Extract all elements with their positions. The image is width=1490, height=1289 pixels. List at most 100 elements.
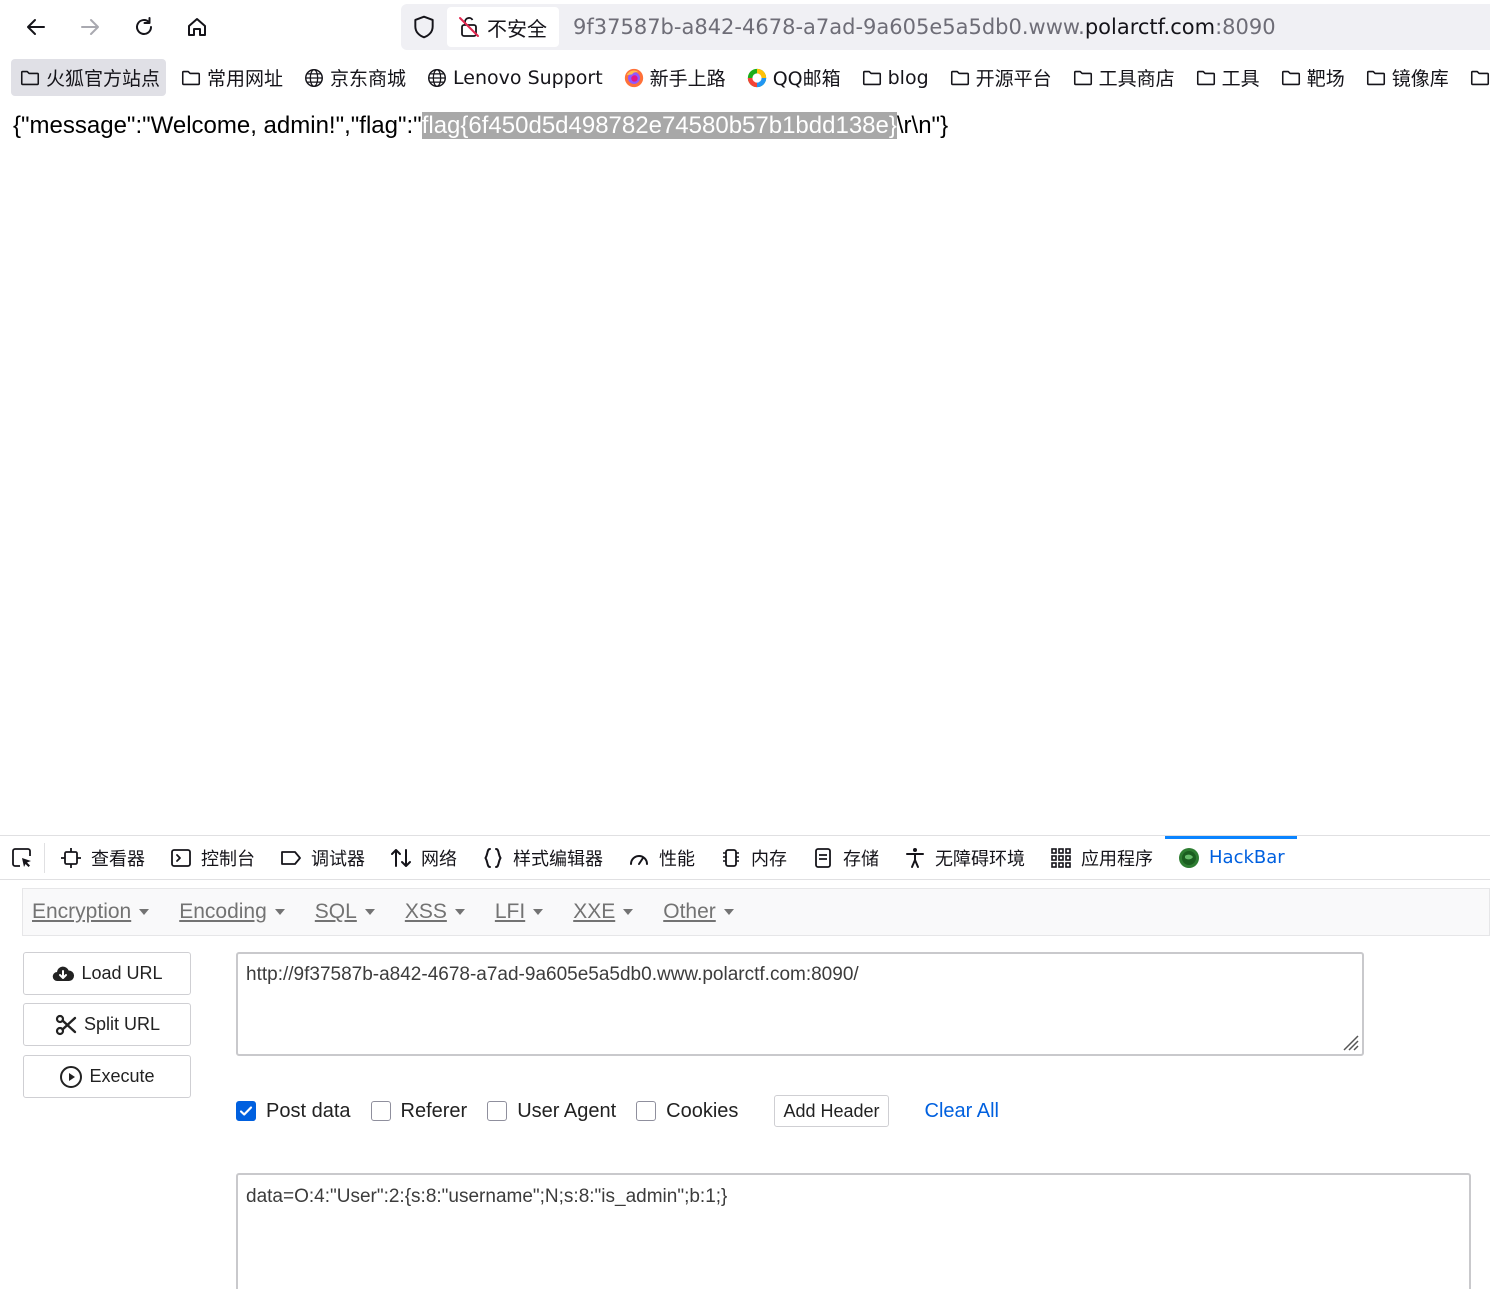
devtools-tab-console[interactable]: 控制台 bbox=[157, 836, 267, 880]
bookmarks-toolbar: 火狐官方站点 常用网址 京东商城 Lenovo Support 新手上路 QQ邮箱 blog… bbox=[0, 55, 1490, 100]
devtools-tab-memory[interactable]: 内存 bbox=[707, 836, 799, 880]
url-host: polarctf.com bbox=[1084, 15, 1216, 39]
bookmark-item[interactable]: 靶场 bbox=[1272, 59, 1351, 96]
arrow-left-icon bbox=[27, 19, 45, 35]
checkbox-label: Referer bbox=[400, 1099, 468, 1122]
devtools-tab-inspector[interactable]: 查看器 bbox=[47, 836, 157, 880]
caret-down-icon bbox=[364, 909, 375, 915]
execute-button[interactable]: Execute bbox=[23, 1055, 191, 1098]
user-agent-checkbox[interactable]: User Agent bbox=[487, 1100, 616, 1123]
connection-insecure-indicator[interactable]: 不安全 bbox=[447, 7, 559, 47]
devtools-tab-label: 控制台 bbox=[201, 848, 255, 870]
devtools-tab-debugger[interactable]: 调试器 bbox=[267, 836, 377, 880]
application-icon bbox=[1051, 847, 1071, 868]
devtools-tab-label: 调试器 bbox=[311, 848, 365, 870]
bookmark-item[interactable]: blog bbox=[853, 59, 935, 96]
clear-all-link[interactable]: Clear All bbox=[925, 1100, 999, 1123]
bookmark-label: 靶场 bbox=[1306, 68, 1345, 90]
load-url-label: Load URL bbox=[81, 963, 163, 983]
forward-button[interactable] bbox=[72, 9, 108, 45]
address-bar[interactable]: 不安全 9f37587b-a842-4678-a7ad-9a605e5a5db0… bbox=[401, 4, 1490, 50]
globe-icon bbox=[428, 68, 447, 87]
flag-text-selected[interactable]: flag{6f450d5d498782e74580b57b1bdd138e} bbox=[421, 112, 897, 139]
bookmark-item[interactable]: 工具商店 bbox=[1064, 59, 1181, 96]
hackbar-menu-lfi[interactable]: LFI bbox=[494, 900, 544, 924]
scissors-icon bbox=[55, 1014, 77, 1035]
bookmark-item[interactable]: Lenovo Support bbox=[418, 59, 609, 96]
devtools-tab-label: 查看器 bbox=[91, 848, 145, 870]
checkbox-box[interactable] bbox=[370, 1101, 391, 1121]
url-textarea-value: http://9f37587b-a842-4678-a7ad-9a605e5a5… bbox=[246, 964, 859, 985]
memory-icon bbox=[723, 848, 739, 867]
url-textarea[interactable]: http://9f37587b-a842-4678-a7ad-9a605e5a5… bbox=[236, 952, 1364, 1056]
bookmark-item[interactable]: 开源平台 bbox=[941, 59, 1058, 96]
devtools-panel: 查看器 控制台 调试器 网络 样式编辑器 性能 内存 存储 无障碍环境 应用程序 HackBar E… bbox=[0, 835, 1490, 1289]
devtools-tab-label: 应用程序 bbox=[1081, 848, 1153, 870]
reload-button[interactable] bbox=[126, 9, 162, 45]
devtools-tab-network[interactable]: 网络 bbox=[377, 836, 469, 880]
bookmark-item[interactable]: 京东商城 bbox=[295, 59, 412, 96]
devtools-tab-label: HackBar bbox=[1209, 847, 1285, 868]
bookmark-item[interactable]: 常用网址 bbox=[172, 59, 289, 96]
bookmark-label: Lenovo Support bbox=[453, 66, 603, 89]
post-data-checkbox[interactable]: Post data bbox=[236, 1100, 351, 1123]
element-picker-button[interactable] bbox=[0, 842, 45, 873]
resize-grip-icon[interactable] bbox=[1338, 1030, 1360, 1052]
navigation-toolbar: 不安全 9f37587b-a842-4678-a7ad-9a605e5a5db0… bbox=[0, 0, 1490, 55]
folder-icon bbox=[1196, 70, 1215, 85]
bookmark-item[interactable]: 镜像库 bbox=[1357, 59, 1455, 96]
bookmark-label: 新手上路 bbox=[649, 68, 726, 90]
devtools-tab-performance[interactable]: 性能 bbox=[615, 836, 707, 880]
caret-down-icon bbox=[274, 909, 285, 915]
arrow-right-icon bbox=[81, 19, 99, 35]
console-icon bbox=[171, 848, 191, 867]
load-url-button[interactable]: Load URL bbox=[23, 952, 191, 995]
page-json-response: {"message":"Welcome, admin!","flag":"fla… bbox=[13, 112, 948, 140]
split-url-button[interactable]: Split URL bbox=[23, 1003, 191, 1046]
bookmark-item[interactable]: 作业 bbox=[1461, 59, 1490, 96]
hackbar-menu-encryption[interactable]: Encryption bbox=[32, 900, 150, 924]
hackbar-menu-label: Encryption bbox=[32, 900, 132, 923]
element-picker-icon bbox=[12, 847, 31, 867]
devtools-tab-style-editor[interactable]: 样式编辑器 bbox=[469, 836, 615, 880]
hackbar-menu-label: Encoding bbox=[179, 900, 267, 923]
cookies-checkbox[interactable]: Cookies bbox=[636, 1100, 738, 1123]
caret-down-icon bbox=[723, 909, 734, 915]
shield-icon[interactable] bbox=[411, 14, 437, 40]
devtools-tab-application[interactable]: 应用程序 bbox=[1037, 836, 1165, 880]
hackbar-menu-sql[interactable]: SQL bbox=[315, 900, 375, 924]
add-header-button[interactable]: Add Header bbox=[774, 1095, 889, 1127]
style-editor-icon bbox=[484, 847, 502, 868]
post-data-value: data=O:4:"User":2:{s:8:"username";N;s:8:… bbox=[246, 1186, 728, 1207]
checkmark-icon bbox=[239, 1106, 253, 1116]
devtools-tab-label: 网络 bbox=[421, 848, 457, 870]
hackbar-menu-xxe[interactable]: XXE bbox=[573, 900, 634, 924]
bookmark-item[interactable]: 新手上路 bbox=[615, 59, 732, 96]
bookmark-item[interactable]: QQ邮箱 bbox=[738, 59, 847, 96]
home-icon bbox=[188, 18, 206, 36]
hackbar-menu-label: LFI bbox=[494, 900, 526, 923]
hackbar-menu-xss[interactable]: XSS bbox=[405, 900, 465, 924]
checkbox-box[interactable] bbox=[236, 1101, 256, 1121]
hackbar-menu-encoding[interactable]: Encoding bbox=[179, 900, 285, 924]
hackbar-options: Post data Referer User Agent Cookies Add Hea… bbox=[236, 1094, 999, 1128]
hackbar-menu-other[interactable]: Other bbox=[663, 900, 734, 924]
debugger-icon bbox=[281, 850, 301, 865]
back-button[interactable] bbox=[18, 9, 54, 45]
checkbox-box[interactable] bbox=[636, 1101, 657, 1121]
bookmark-item[interactable]: 工具 bbox=[1187, 59, 1266, 96]
folder-icon bbox=[1366, 70, 1385, 85]
referer-checkbox[interactable]: Referer bbox=[370, 1099, 468, 1123]
devtools-tab-storage[interactable]: 存储 bbox=[799, 836, 891, 880]
home-button[interactable] bbox=[179, 9, 215, 45]
caret-down-icon bbox=[533, 909, 544, 915]
bookmark-item[interactable]: 火狐官方站点 bbox=[11, 59, 167, 96]
folder-icon bbox=[1470, 70, 1489, 85]
devtools-tab-label: 样式编辑器 bbox=[513, 848, 603, 870]
devtools-tab-accessibility[interactable]: 无障碍环境 bbox=[891, 836, 1037, 880]
url-text[interactable]: 9f37587b-a842-4678-a7ad-9a605e5a5db0.www… bbox=[573, 15, 1276, 39]
post-data-textarea[interactable]: data=O:4:"User":2:{s:8:"username";N;s:8:… bbox=[236, 1173, 1471, 1289]
checkbox-box[interactable] bbox=[487, 1101, 508, 1121]
devtools-tab-hackbar[interactable]: HackBar bbox=[1165, 835, 1297, 880]
folder-icon bbox=[950, 70, 969, 85]
